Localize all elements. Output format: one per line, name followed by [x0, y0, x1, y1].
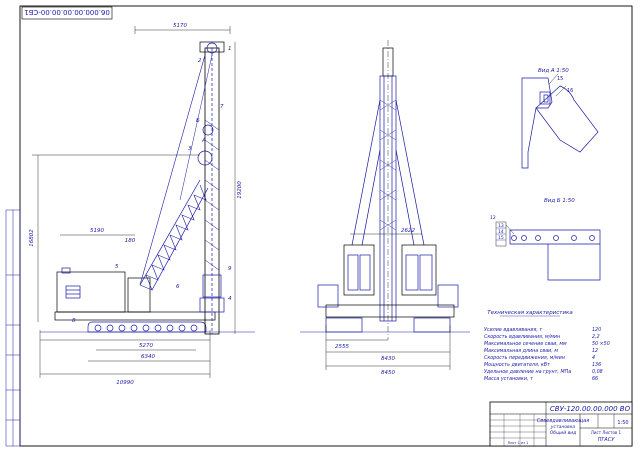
title-small-note: Лист 1 из 1 — [508, 441, 529, 445]
view-b-callout-15: 15 — [498, 235, 504, 241]
svg-text:66: 66 — [592, 376, 598, 382]
dim-top-width: 5170 — [173, 23, 187, 29]
dim-overall-length: 10990 — [116, 380, 134, 386]
dim-boom-small: 180 — [125, 238, 136, 244]
callout-5: 5 — [115, 264, 119, 270]
svg-text:Скорость передвижения, м/мин: Скорость передвижения, м/мин — [484, 355, 565, 361]
view-a-title: Вид А 1:50 — [538, 68, 569, 74]
title-scale: 1:50 — [617, 420, 628, 426]
dim-track-wide: 6340 — [141, 354, 155, 360]
svg-text:50 ×50: 50 ×50 — [592, 341, 610, 347]
callout-1: 1 — [228, 46, 232, 52]
view-b-callout-12: 12 — [490, 215, 496, 221]
callout-9: 9 — [228, 266, 232, 272]
title-name-2: установка — [550, 425, 576, 430]
dim-left-height: 16802 — [29, 229, 35, 247]
view-b-callout-14: 14 — [498, 229, 504, 235]
svg-text:Усилие вдавливания, т: Усилие вдавливания, т — [484, 327, 542, 333]
title-block: СВУ-120.00.00.000 ВО Сваевдавливающая ус… — [489, 401, 633, 447]
svg-text:120: 120 — [592, 327, 601, 333]
left-margin-strip — [5, 209, 21, 447]
title-name-3: Общий вид — [550, 430, 577, 436]
svg-text:Максимальное сечение сваи, мм: Максимальное сечение сваи, мм — [484, 341, 567, 347]
callout-4: 4 — [228, 296, 232, 302]
callout-7: 7 — [220, 104, 224, 110]
callout-2: 2 — [198, 58, 202, 64]
dim-total-height: 19200 — [237, 181, 243, 199]
view-a-callout-16: 16 — [567, 88, 573, 94]
dim-track-length: 5270 — [139, 343, 153, 349]
svg-text:Масса установки, т: Масса установки, т — [484, 376, 533, 382]
svg-text:Максимальная длина сваи, м: Максимальная длина сваи, м — [484, 348, 558, 354]
corner-code: 06.000.00.00.00.00-СБ1 — [24, 8, 110, 16]
callout-8: 8 — [72, 318, 76, 324]
svg-text:12: 12 — [592, 348, 598, 354]
dim-top-small: 2622 — [401, 228, 415, 234]
specs-title: Техническая характеристика — [487, 310, 573, 316]
drawing-sheet: 06.000.00.00.00.00-СБ1 5170 19200 16802 … — [5, 5, 633, 447]
svg-text:Скорость вдавливания, м/мин: Скорость вдавливания, м/мин — [484, 334, 560, 340]
dim-base-width: 8430 — [381, 356, 395, 362]
view-b-callout-13: 13 — [498, 223, 504, 229]
title-org: ПГАСУ — [598, 437, 615, 443]
dim-track-gauge: 2555 — [335, 344, 349, 350]
view-a-callout-15: 15 — [557, 76, 563, 82]
title-name-1: Сваевдавливающая — [537, 418, 589, 424]
title-sheet-info: Лист Листов 1 — [591, 430, 622, 435]
svg-text:0,08: 0,08 — [592, 369, 603, 375]
callout-a: А — [201, 138, 206, 144]
callout-6: 6 — [176, 284, 180, 290]
callout-3: 3 — [188, 146, 192, 152]
dim-boom-reach: 5190 — [90, 228, 104, 234]
svg-text:136: 136 — [592, 362, 601, 368]
callout-b: Б — [196, 118, 200, 124]
svg-text:Удельное давление на грунт, МП: Удельное давление на грунт, МПа — [484, 369, 571, 375]
dim-overall-width: 8450 — [381, 370, 395, 376]
view-b-title: Вид Б 1:50 — [544, 198, 575, 204]
svg-text:2,2: 2,2 — [592, 334, 600, 340]
title-code: СВУ-120.00.00.000 ВО — [550, 405, 631, 413]
svg-text:Мощность двигателя, кВт: Мощность двигателя, кВт — [484, 362, 550, 368]
svg-text:4: 4 — [592, 355, 595, 361]
